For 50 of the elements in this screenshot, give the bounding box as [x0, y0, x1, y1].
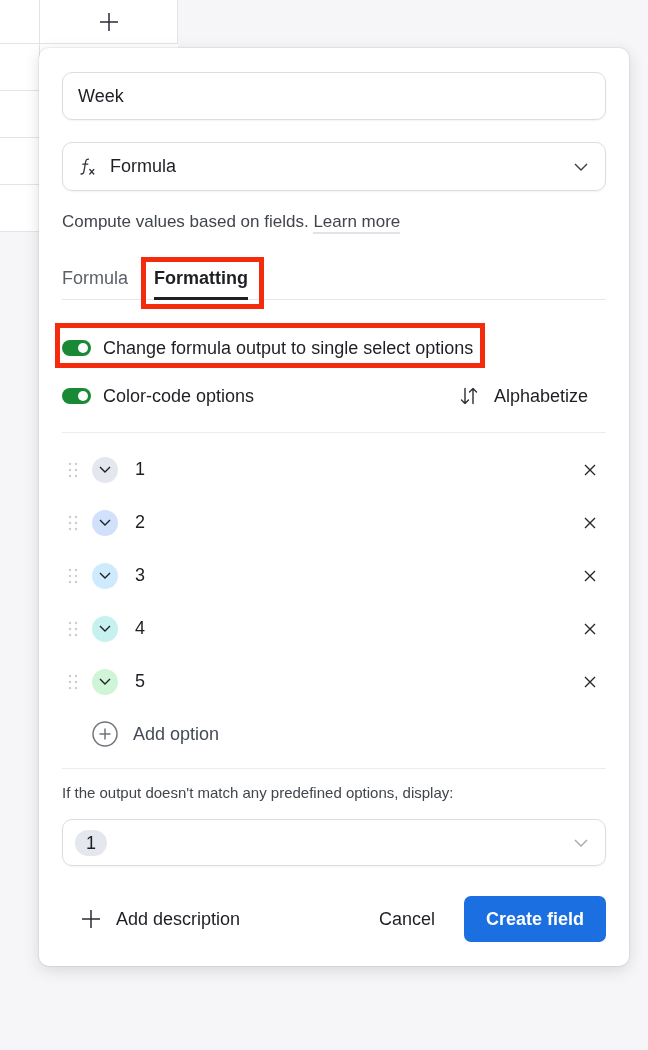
close-icon[interactable]: [584, 516, 596, 529]
drag-handle-icon[interactable]: [68, 567, 78, 584]
drag-handle-icon[interactable]: [68, 620, 78, 637]
fallback-label: If the output doesn't match any predefined options, display:: [62, 783, 455, 803]
color-dropdown-button[interactable]: [92, 456, 118, 483]
toggle-label: Change formula output to single select options: [103, 337, 474, 359]
color-dropdown-button[interactable]: [92, 509, 118, 536]
chevron-down-icon: [99, 519, 111, 526]
color-dropdown-button[interactable]: [92, 668, 118, 695]
add-option-button[interactable]: Add option: [92, 721, 220, 747]
chevron-down-icon: [99, 625, 111, 632]
chevron-down-icon: [99, 466, 111, 473]
option-name: 2: [135, 512, 146, 533]
field-type-select[interactable]: Formula: [62, 142, 606, 191]
drag-handle-icon[interactable]: [68, 514, 78, 531]
option-name: 5: [135, 671, 146, 692]
close-icon[interactable]: [584, 569, 596, 582]
tab[interactable]: Formatting: [154, 263, 248, 300]
plus-icon: [99, 12, 118, 31]
field-description: Compute values based on fields. Learn more: [62, 210, 606, 234]
create-field-button[interactable]: Create field: [464, 896, 606, 942]
toggle-switch[interactable]: [62, 340, 91, 356]
chevron-down-icon: [99, 572, 111, 579]
plus-circle-icon: [92, 721, 118, 747]
option-name: 3: [135, 565, 146, 586]
alphabetize-button[interactable]: Alphabetize: [459, 385, 588, 407]
drag-handle-icon[interactable]: [68, 673, 78, 690]
color-dropdown-button[interactable]: [92, 615, 118, 642]
chevron-down-icon: [99, 678, 111, 685]
plus-icon: [82, 910, 100, 928]
tab[interactable]: Formula: [62, 263, 128, 300]
option-chip: 1: [75, 829, 107, 856]
field-name-input[interactable]: Week: [62, 72, 606, 120]
function-icon: [78, 157, 96, 176]
learn-more-link[interactable]: Learn more: [313, 212, 401, 234]
option-name: 4: [135, 618, 146, 639]
toggle-label: Color-code options: [103, 385, 255, 407]
close-icon[interactable]: [584, 622, 596, 635]
cancel-button[interactable]: Cancel: [364, 896, 449, 942]
close-icon[interactable]: [584, 463, 596, 476]
drag-handle-icon[interactable]: [68, 461, 78, 478]
toggle-switch[interactable]: [62, 388, 91, 404]
close-icon[interactable]: [584, 675, 596, 688]
option-name: 1: [135, 459, 146, 480]
add-description-button[interactable]: Add description: [70, 899, 253, 939]
sort-icon: [459, 387, 478, 405]
chevron-down-icon: [574, 162, 588, 171]
color-dropdown-button[interactable]: [92, 562, 118, 589]
fallback-select[interactable]: 1: [62, 819, 606, 866]
chevron-down-icon: [574, 838, 588, 847]
